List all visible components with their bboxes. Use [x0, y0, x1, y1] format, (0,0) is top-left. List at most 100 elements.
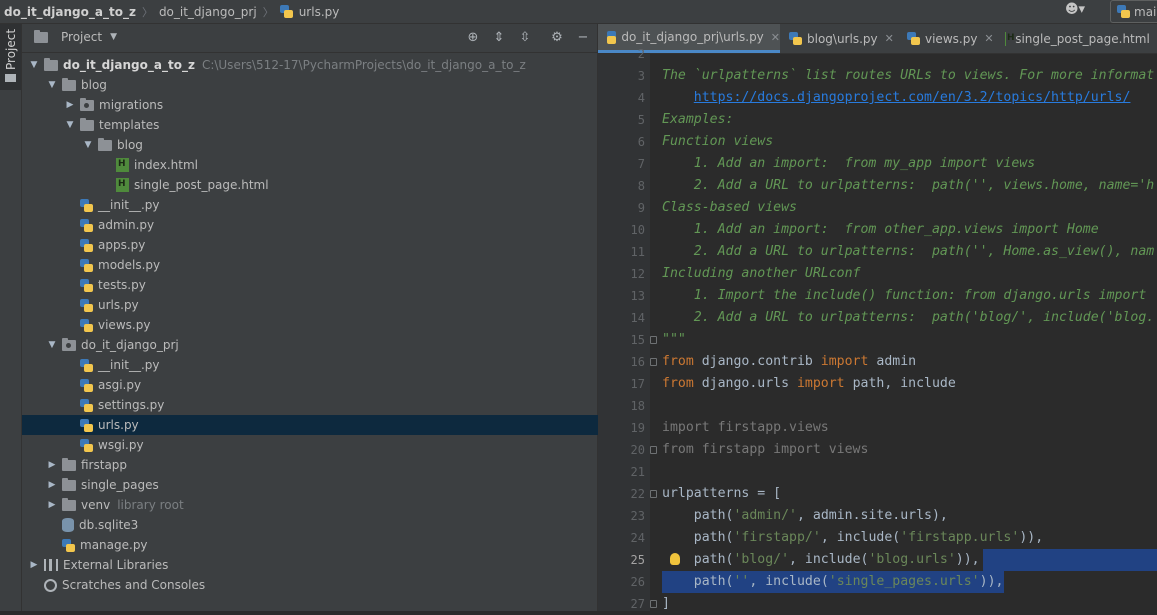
chevron-right-icon: 〉: [142, 4, 153, 20]
tree-item[interactable]: __init__.py: [22, 355, 639, 375]
tree-item[interactable]: single_post_page.html: [22, 175, 675, 195]
python-file-icon: [80, 379, 93, 392]
project-panel: Project ▼ ⊕ ⇕ ⇳ ⚙ − ▼do_it_django_a_to_z…: [22, 24, 598, 611]
project-panel-title: Project: [61, 30, 102, 44]
fold-marker-icon[interactable]: [650, 600, 657, 608]
chevron-right-icon[interactable]: ▶: [46, 479, 58, 491]
code-token: 2. Add a URL to urlpatterns: path('', Ho…: [662, 244, 1154, 259]
code-line: 27]: [598, 593, 1157, 615]
tree-item[interactable]: manage.py: [22, 535, 621, 555]
tree-item[interactable]: ▶firstapp: [22, 455, 621, 475]
chevron-down-icon[interactable]: ▼: [46, 339, 58, 351]
locate-file-icon[interactable]: ⊕: [465, 30, 481, 46]
tree-item[interactable]: tests.py: [22, 275, 639, 295]
tree-item-hint: library root: [117, 498, 183, 512]
tree-item[interactable]: admin.py: [22, 215, 639, 235]
tree-item[interactable]: views.py: [22, 315, 639, 335]
project-tool-tab[interactable]: Project: [0, 24, 21, 90]
fold-marker-icon[interactable]: [650, 490, 657, 498]
folder-icon: [98, 140, 112, 151]
fold-marker-icon[interactable]: [650, 446, 657, 454]
python-file-icon: [62, 539, 75, 552]
fold-marker-icon[interactable]: [650, 358, 657, 366]
tree-item[interactable]: ▶ venv library root: [22, 495, 621, 515]
tree-item-label: tests.py: [98, 278, 146, 292]
code-line: 18: [598, 395, 1157, 417]
line-number: 23: [598, 505, 645, 527]
code-token: , admin.site.urls),: [797, 508, 948, 523]
chevron-down-icon[interactable]: ▼: [82, 139, 94, 151]
tree-item[interactable]: __init__.py: [22, 195, 639, 215]
tree-item[interactable]: asgi.py: [22, 375, 639, 395]
chevron-right-icon[interactable]: ▶: [46, 499, 58, 511]
run-configuration-select[interactable]: mai: [1110, 0, 1157, 23]
code-line: 22urlpatterns = [: [598, 483, 1157, 505]
collapse-all-icon[interactable]: ⇳: [517, 30, 533, 46]
chevron-down-icon[interactable]: ▼: [28, 59, 40, 71]
tree-item-label: venv: [81, 498, 110, 512]
folder-icon: [62, 500, 76, 511]
chevron-down-icon[interactable]: ▼: [46, 79, 58, 91]
chevron-right-icon[interactable]: ▶: [64, 99, 76, 111]
code-token: 1. Add an import: from my_app import vie…: [662, 156, 1035, 171]
code-line: 12Including another URLconf: [598, 263, 1157, 285]
tree-item[interactable]: ▼blog: [22, 135, 657, 155]
python-file-icon: [80, 399, 93, 412]
tree-item[interactable]: ▼ do_it_django_prj: [22, 335, 621, 355]
tree-item[interactable]: ▶single_pages: [22, 475, 621, 495]
line-number: 16: [598, 351, 645, 373]
tree-item[interactable]: models.py: [22, 255, 639, 275]
chevron-down-icon[interactable]: ▼: [64, 119, 76, 131]
spacer: [100, 179, 112, 191]
code-token: 2. Add a URL to urlpatterns: path('blog/…: [662, 310, 1154, 325]
code-text: from django.contrib import admin: [662, 351, 916, 373]
chevron-right-icon[interactable]: ▶: [46, 459, 58, 471]
tree-item[interactable]: db.sqlite3: [22, 515, 621, 535]
user-account-icon[interactable]: ☻▾: [1065, 2, 1095, 20]
tree-item[interactable]: ▶migrations: [22, 95, 639, 115]
code-line: 23 path('admin/', admin.site.urls),: [598, 505, 1157, 527]
tree-item-label: blog: [81, 78, 107, 92]
breadcrumb-file[interactable]: urls.py: [299, 5, 340, 19]
spacer: [46, 519, 58, 531]
tree-item[interactable]: urls.py: [22, 415, 639, 435]
hide-panel-icon[interactable]: −: [575, 30, 591, 46]
line-number: 14: [598, 307, 645, 329]
tree-item[interactable]: ▼templates: [22, 115, 639, 135]
tree-item[interactable]: ▼ blog: [22, 75, 621, 95]
tree-item[interactable]: index.html: [22, 155, 675, 175]
code-text: path('firstapp/', include('firstapp.urls…: [662, 527, 1043, 549]
tree-item[interactable]: settings.py: [22, 395, 639, 415]
code-token: urlpatterns = [: [662, 486, 781, 501]
code-line: 21: [598, 461, 1157, 483]
tree-item-label: urls.py: [98, 298, 139, 312]
tree-item-label: manage.py: [80, 538, 148, 552]
fold-marker-icon[interactable]: [650, 336, 657, 344]
code-line: 7 1. Add an import: from my_app import v…: [598, 153, 1157, 175]
chevron-right-icon[interactable]: ▶: [28, 559, 40, 571]
python-file-icon: [80, 199, 93, 212]
breadcrumb-project[interactable]: do_it_django_a_to_z: [4, 5, 136, 19]
breadcrumb-package[interactable]: do_it_django_prj: [159, 5, 257, 19]
tree-item-label: asgi.py: [98, 378, 141, 392]
python-file-icon: [80, 279, 93, 292]
tree-item-label: do_it_django_prj: [81, 338, 179, 352]
tree-item[interactable]: urls.py: [22, 295, 639, 315]
tree-item[interactable]: ▼do_it_django_a_to_zC:\Users\512-17\Pych…: [22, 55, 603, 75]
code-line: 13 1. Import the include() function: fro…: [598, 285, 1157, 307]
chevron-down-icon: ▼: [110, 32, 117, 42]
line-number: 10: [598, 219, 645, 241]
spacer: [64, 319, 76, 331]
project-view-selector[interactable]: Project ▼: [34, 30, 117, 44]
gear-icon[interactable]: ⚙: [549, 30, 565, 46]
tree-item[interactable]: wsgi.py: [22, 435, 639, 455]
tree-item[interactable]: Scratches and Consoles: [22, 575, 603, 595]
code-editor[interactable]: 23The `urlpatterns` list routes URLs to …: [598, 54, 1157, 611]
code-token: Class-based views: [662, 200, 797, 215]
code-token: """: [662, 332, 686, 347]
tree-item[interactable]: ▶External Libraries: [22, 555, 603, 575]
expand-all-icon[interactable]: ⇕: [491, 30, 507, 46]
close-icon[interactable]: ✕: [771, 31, 780, 44]
tree-item[interactable]: apps.py: [22, 235, 639, 255]
html-file-icon: [116, 158, 129, 172]
